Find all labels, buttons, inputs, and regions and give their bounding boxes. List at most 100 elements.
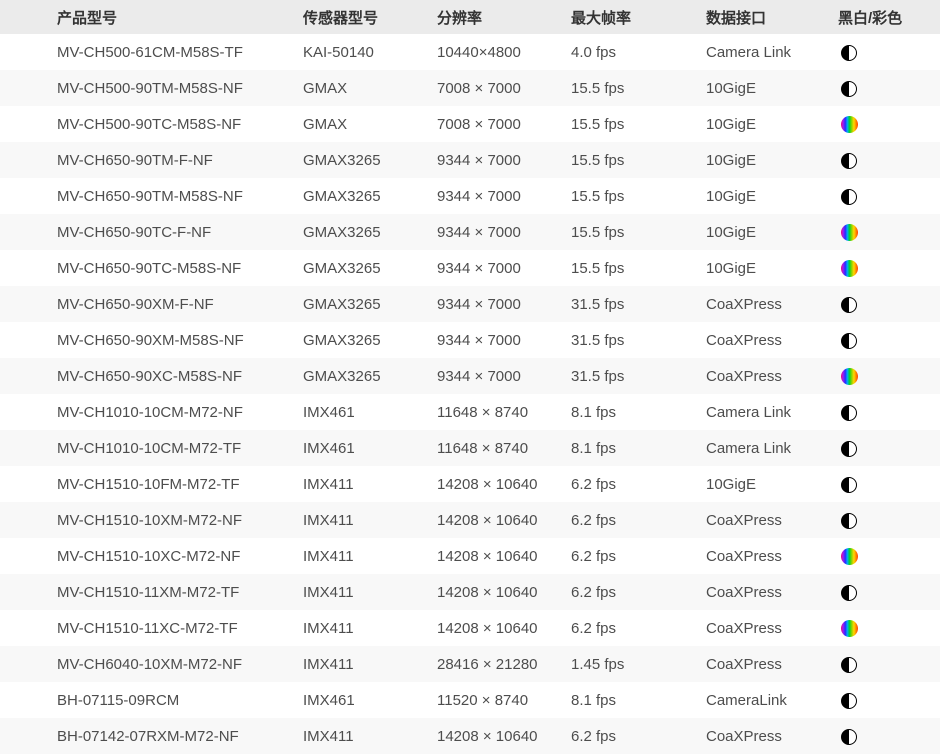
- cell-model: MV-CH650-90TC-F-NF: [0, 214, 303, 250]
- cell-chroma: [838, 394, 940, 430]
- color-rainbow-circle-icon: [841, 260, 858, 277]
- cell-model: MV-CH6040-10XM-M72-NF: [0, 646, 303, 682]
- cell-resolution: 7008 × 7000: [437, 106, 571, 142]
- cell-resolution: 14208 × 10640: [437, 502, 571, 538]
- table-row: MV-CH1510-10XC-M72-NF IMX411 14208 × 106…: [0, 538, 940, 574]
- table-row: MV-CH1510-11XM-M72-TF IMX411 14208 × 106…: [0, 574, 940, 610]
- cell-max-fps: 15.5 fps: [571, 214, 706, 250]
- mono-half-circle-icon: [841, 585, 857, 601]
- mono-half-circle-icon: [841, 657, 857, 673]
- cell-interface: 10GigE: [706, 250, 838, 286]
- color-rainbow-circle-icon: [841, 548, 858, 565]
- cell-model: MV-CH650-90XM-M58S-NF: [0, 322, 303, 358]
- cell-interface: 10GigE: [706, 106, 838, 142]
- mono-half-circle-icon: [841, 693, 857, 709]
- table-row: MV-CH500-61CM-M58S-TF KAI-50140 10440×48…: [0, 34, 940, 70]
- cell-sensor: IMX411: [303, 718, 437, 754]
- color-rainbow-circle-icon: [841, 620, 858, 637]
- cell-chroma: [838, 322, 940, 358]
- cell-chroma: [838, 214, 940, 250]
- cell-interface: 10GigE: [706, 142, 838, 178]
- cell-resolution: 11648 × 8740: [437, 430, 571, 466]
- cell-sensor: GMAX3265: [303, 286, 437, 322]
- cell-interface: 10GigE: [706, 466, 838, 502]
- cell-resolution: 9344 × 7000: [437, 178, 571, 214]
- color-rainbow-circle-icon: [841, 368, 858, 385]
- cell-resolution: 9344 × 7000: [437, 142, 571, 178]
- table-body: MV-CH500-61CM-M58S-TF KAI-50140 10440×48…: [0, 34, 940, 754]
- camera-spec-table: 产品型号 传感器型号 分辨率 最大帧率 数据接口 黑白/彩色 MV-CH500-…: [0, 0, 940, 754]
- cell-model: MV-CH650-90XM-F-NF: [0, 286, 303, 322]
- cell-interface: CoaXPress: [706, 322, 838, 358]
- cell-chroma: [838, 250, 940, 286]
- cell-resolution: 9344 × 7000: [437, 250, 571, 286]
- cell-sensor: IMX411: [303, 574, 437, 610]
- color-rainbow-circle-icon: [841, 116, 858, 133]
- cell-chroma: [838, 538, 940, 574]
- cell-interface: Camera Link: [706, 34, 838, 70]
- cell-interface: CoaXPress: [706, 538, 838, 574]
- cell-max-fps: 15.5 fps: [571, 70, 706, 106]
- cell-resolution: 9344 × 7000: [437, 286, 571, 322]
- cell-sensor: IMX411: [303, 610, 437, 646]
- table-row: MV-CH6040-10XM-M72-NF IMX411 28416 × 212…: [0, 646, 940, 682]
- cell-chroma: [838, 430, 940, 466]
- cell-model: MV-CH1510-11XC-M72-TF: [0, 610, 303, 646]
- cell-model: MV-CH1510-11XM-M72-TF: [0, 574, 303, 610]
- cell-max-fps: 1.45 fps: [571, 646, 706, 682]
- mono-half-circle-icon: [841, 153, 857, 169]
- cell-resolution: 9344 × 7000: [437, 322, 571, 358]
- table-row: MV-CH1510-10FM-M72-TF IMX411 14208 × 106…: [0, 466, 940, 502]
- cell-model: MV-CH1010-10CM-M72-TF: [0, 430, 303, 466]
- cell-sensor: GMAX3265: [303, 358, 437, 394]
- cell-max-fps: 6.2 fps: [571, 610, 706, 646]
- cell-sensor: IMX411: [303, 538, 437, 574]
- cell-max-fps: 6.2 fps: [571, 502, 706, 538]
- column-header-sensor: 传感器型号: [303, 0, 437, 34]
- cell-interface: CoaXPress: [706, 718, 838, 754]
- cell-max-fps: 8.1 fps: [571, 682, 706, 718]
- cell-sensor: GMAX3265: [303, 178, 437, 214]
- table-row: MV-CH1010-10CM-M72-TF IMX461 11648 × 874…: [0, 430, 940, 466]
- cell-sensor: IMX461: [303, 682, 437, 718]
- table-header: 产品型号 传感器型号 分辨率 最大帧率 数据接口 黑白/彩色: [0, 0, 940, 34]
- cell-chroma: [838, 70, 940, 106]
- mono-half-circle-icon: [841, 405, 857, 421]
- cell-chroma: [838, 106, 940, 142]
- cell-model: MV-CH1510-10XM-M72-NF: [0, 502, 303, 538]
- cell-resolution: 14208 × 10640: [437, 466, 571, 502]
- mono-half-circle-icon: [841, 441, 857, 457]
- cell-max-fps: 6.2 fps: [571, 718, 706, 754]
- cell-sensor: IMX461: [303, 430, 437, 466]
- cell-model: MV-CH500-90TC-M58S-NF: [0, 106, 303, 142]
- cell-sensor: GMAX3265: [303, 250, 437, 286]
- mono-half-circle-icon: [841, 189, 857, 205]
- cell-max-fps: 6.2 fps: [571, 466, 706, 502]
- cell-max-fps: 31.5 fps: [571, 286, 706, 322]
- color-rainbow-circle-icon: [841, 224, 858, 241]
- cell-interface: Camera Link: [706, 430, 838, 466]
- cell-chroma: [838, 610, 940, 646]
- cell-chroma: [838, 502, 940, 538]
- cell-model: BH-07142-07RXM-M72-NF: [0, 718, 303, 754]
- table-row: MV-CH500-90TM-M58S-NF GMAX 7008 × 7000 1…: [0, 70, 940, 106]
- cell-sensor: GMAX3265: [303, 214, 437, 250]
- mono-half-circle-icon: [841, 513, 857, 529]
- cell-resolution: 10440×4800: [437, 34, 571, 70]
- cell-chroma: [838, 34, 940, 70]
- cell-model: MV-CH1010-10CM-M72-NF: [0, 394, 303, 430]
- cell-resolution: 28416 × 21280: [437, 646, 571, 682]
- cell-sensor: GMAX3265: [303, 142, 437, 178]
- table-row: MV-CH650-90XM-M58S-NF GMAX3265 9344 × 70…: [0, 322, 940, 358]
- table-row: MV-CH1510-10XM-M72-NF IMX411 14208 × 106…: [0, 502, 940, 538]
- cell-chroma: [838, 142, 940, 178]
- cell-max-fps: 31.5 fps: [571, 358, 706, 394]
- cell-resolution: 11648 × 8740: [437, 394, 571, 430]
- mono-half-circle-icon: [841, 333, 857, 349]
- cell-resolution: 14208 × 10640: [437, 610, 571, 646]
- cell-resolution: 14208 × 10640: [437, 718, 571, 754]
- table-row: MV-CH500-90TC-M58S-NF GMAX 7008 × 7000 1…: [0, 106, 940, 142]
- cell-interface: 10GigE: [706, 70, 838, 106]
- cell-resolution: 14208 × 10640: [437, 538, 571, 574]
- cell-max-fps: 15.5 fps: [571, 142, 706, 178]
